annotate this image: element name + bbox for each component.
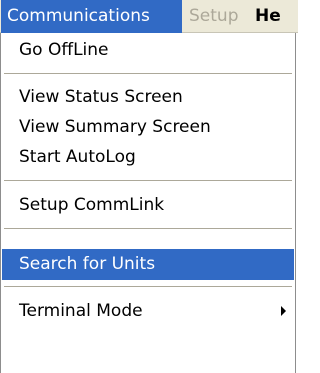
menu-item-start-autolog[interactable]: Start AutoLog — [2, 142, 294, 173]
menu-item-view-status-screen[interactable]: View Status Screen — [2, 82, 294, 113]
menu-item-terminal-mode-label: Terminal Mode — [19, 301, 143, 321]
menu-item-search-for-units[interactable]: Search for Units — [2, 249, 294, 280]
menu-item-go-offline[interactable]: Go OffLine — [2, 35, 294, 66]
submenu-arrow-icon — [281, 306, 286, 316]
menu-bar: Communications Setup He — [0, 0, 298, 33]
menu-separator — [4, 180, 292, 182]
menu-separator — [4, 73, 292, 75]
menubar-item-help[interactable]: He — [250, 0, 286, 33]
menu-item-view-summary-screen[interactable]: View Summary Screen — [2, 112, 294, 143]
menubar-item-setup[interactable]: Setup — [184, 0, 243, 33]
menubar-item-communications[interactable]: Communications — [1, 0, 182, 33]
menu-separator — [4, 228, 292, 230]
menu-separator — [4, 286, 292, 288]
menu-item-terminal-mode[interactable]: Terminal Mode — [2, 296, 294, 327]
communications-dropdown-menu: Go OffLine View Status Screen View Summa… — [0, 33, 296, 373]
menu-item-setup-commlink[interactable]: Setup CommLink — [2, 190, 294, 221]
